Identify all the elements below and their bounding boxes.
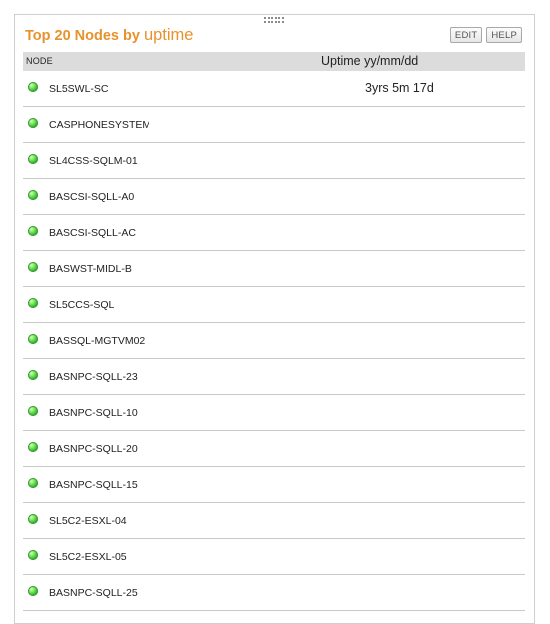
table-row: BASCSI-SQLL-A0 <box>23 179 525 215</box>
node-link[interactable]: CASPHONESYSTEM <box>49 119 149 131</box>
node-link[interactable]: BASCSI-SQLL-AC <box>49 227 136 239</box>
status-up-icon <box>28 154 38 164</box>
node-link[interactable]: BASNPC-SQLL-25 <box>49 587 138 599</box>
column-header-uptime: Uptime yy/mm/dd <box>321 54 419 68</box>
drag-handle-icon[interactable] <box>264 17 284 23</box>
edit-button[interactable]: EDIT <box>449 27 483 43</box>
table-body: SL5SWL-SC 3yrs 5m 17d CASPHONESYSTEM SL4CSS… <box>23 71 525 611</box>
status-up-icon <box>28 334 38 344</box>
node-link[interactable]: BASNPC-SQLL-15 <box>49 479 138 491</box>
table-row: BASNPC-SQLL-15 <box>23 467 525 503</box>
node-link[interactable]: BASNPC-SQLL-20 <box>49 443 138 455</box>
status-up-icon <box>28 406 38 416</box>
node-link[interactable]: SL5C2-ESXL-05 <box>49 551 127 563</box>
node-link[interactable]: BASNPC-SQLL-23 <box>49 371 138 383</box>
help-button[interactable]: HELP <box>486 27 522 43</box>
column-header-node: NODE <box>26 56 53 66</box>
status-up-icon <box>28 550 38 560</box>
nodes-table: NODE Uptime yy/mm/dd SL5SWL-SC 3yrs 5m 17… <box>23 52 525 611</box>
table-row: SL5C2-ESXL-04 <box>23 503 525 539</box>
widget-title-metric: uptime <box>143 26 194 44</box>
table-row: BASCSI-SQLL-AC <box>23 215 525 251</box>
status-up-icon <box>28 442 38 452</box>
status-up-icon <box>28 586 38 596</box>
node-link[interactable]: BASWST-MIDL-B <box>49 263 132 275</box>
table-row: CASPHONESYSTEM <box>23 107 525 143</box>
node-link[interactable]: SL5C2-ESXL-04 <box>49 515 127 527</box>
widget-title-prefix: Top 20 Nodes by <box>25 28 140 44</box>
node-link[interactable]: BASCSI-SQLL-A0 <box>49 191 134 203</box>
widget-header-buttons: EDIT HELP <box>449 27 522 43</box>
table-row: BASNPC-SQLL-10 <box>23 395 525 431</box>
uptime-value: 3yrs 5m 17d <box>365 81 434 95</box>
table-row: SL5C2-ESXL-05 <box>23 539 525 575</box>
node-link[interactable]: SL4CSS-SQLM-01 <box>49 155 138 167</box>
table-row: SL5CCS-SQL <box>23 287 525 323</box>
status-up-icon <box>28 478 38 488</box>
node-link[interactable]: SL5SWL-SC <box>49 83 109 95</box>
node-link[interactable]: BASSQL-MGTVM02 <box>49 335 145 347</box>
status-up-icon <box>28 82 38 92</box>
node-link[interactable]: BASNPC-SQLL-10 <box>49 407 138 419</box>
status-up-icon <box>28 118 38 128</box>
status-up-icon <box>28 190 38 200</box>
node-link[interactable]: SL5CCS-SQL <box>49 299 114 311</box>
table-row: BASWST-MIDL-B <box>23 251 525 287</box>
widget-title: Top 20 Nodes by uptime <box>25 26 193 45</box>
table-row: BASNPC-SQLL-23 <box>23 359 525 395</box>
table-row: BASNPC-SQLL-20 <box>23 431 525 467</box>
status-up-icon <box>28 262 38 272</box>
table-row: BASNPC-SQLL-25 <box>23 575 525 611</box>
table-row: SL4CSS-SQLM-01 <box>23 143 525 179</box>
table-header: NODE Uptime yy/mm/dd <box>23 52 525 71</box>
table-row: SL5SWL-SC 3yrs 5m 17d <box>23 71 525 107</box>
table-row: BASSQL-MGTVM02 <box>23 323 525 359</box>
status-up-icon <box>28 298 38 308</box>
status-up-icon <box>28 226 38 236</box>
status-up-icon <box>28 370 38 380</box>
top-nodes-widget: Top 20 Nodes by uptime EDIT HELP NODE Upt… <box>14 14 535 624</box>
status-up-icon <box>28 514 38 524</box>
